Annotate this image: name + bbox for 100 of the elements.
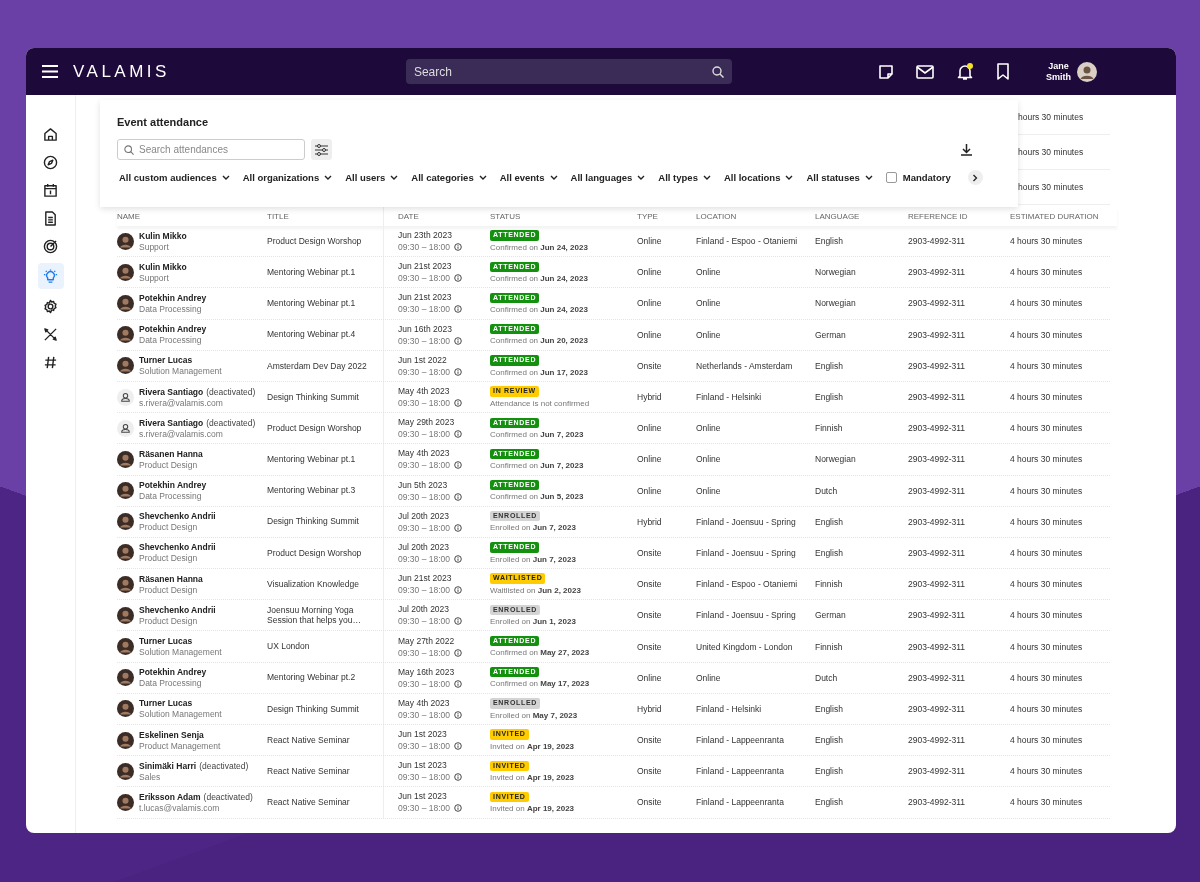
table-cell: German: [815, 329, 846, 340]
user-detail: Support: [139, 272, 170, 283]
user-detail: Solution Management: [139, 647, 222, 658]
chevron-down-icon: [390, 175, 399, 180]
info-icon[interactable]: [454, 617, 462, 626]
column-header[interactable]: TYPE: [637, 212, 696, 221]
table-cell: Online: [696, 485, 721, 496]
bookmark-icon[interactable]: [995, 63, 1010, 80]
download-icon[interactable]: [960, 143, 973, 156]
avatar-icon[interactable]: [1076, 61, 1097, 82]
info-icon[interactable]: [454, 399, 462, 408]
avatar-icon: [117, 232, 134, 250]
filter-dropdown[interactable]: All users: [345, 172, 399, 183]
user-name: Turner Lucas: [139, 355, 193, 366]
info-icon[interactable]: [454, 523, 462, 532]
user-name[interactable]: Jane Smith: [1045, 60, 1071, 83]
status-note: Confirmed on Jun 24, 2023: [490, 273, 588, 283]
user-placeholder-icon: [117, 419, 134, 437]
info-icon[interactable]: [454, 461, 462, 470]
event-date: May 27th 2022: [398, 635, 455, 646]
table-cell: Finland - Joensuu - Spring: [696, 610, 796, 621]
table-cell: Finland - Espoo - Otaniemi: [696, 579, 798, 590]
info-icon[interactable]: [454, 710, 462, 719]
filter-dropdown[interactable]: All types: [658, 172, 711, 183]
column-header[interactable]: REFERENCE ID: [908, 212, 1010, 221]
search-field[interactable]: Search: [405, 59, 732, 84]
column-header[interactable]: TITLE: [267, 212, 383, 221]
mail-icon[interactable]: [915, 64, 934, 79]
scroll-right-button[interactable]: [967, 170, 983, 185]
event-title: React Native Seminar: [267, 734, 351, 746]
filter-dropdown[interactable]: All languages: [570, 172, 646, 183]
info-icon[interactable]: [454, 274, 462, 283]
status-note: Attendance is not confirmed: [490, 398, 590, 408]
search-field[interactable]: Search attendances: [117, 139, 305, 160]
note-icon[interactable]: [877, 63, 894, 80]
user-detail: Solution Management: [139, 709, 222, 720]
avatar-icon: [117, 793, 134, 811]
table-cell: 2903-4992-311: [908, 797, 966, 808]
info-icon[interactable]: [454, 804, 462, 813]
column-header[interactable]: LANGUAGE: [815, 212, 908, 221]
user-detail: Data Processing: [139, 303, 203, 314]
tools-icon: [43, 326, 58, 342]
menu-icon[interactable]: [42, 65, 58, 78]
info-icon[interactable]: [454, 554, 462, 563]
filter-dropdown[interactable]: All custom audiences: [119, 172, 230, 183]
logo[interactable]: VALAMIS: [73, 61, 170, 82]
mandatory-checkbox[interactable]: Mandatory: [885, 172, 951, 183]
filter-dropdown[interactable]: All organizations: [242, 172, 333, 183]
column-header[interactable]: ESTIMATED DURATION: [1010, 212, 1117, 221]
table-cell: Finland - Lappeenranta: [696, 797, 784, 808]
user-detail: Support: [139, 241, 170, 252]
filter-dropdown[interactable]: All categories: [411, 172, 487, 183]
event-title: Product Design Worshop: [267, 547, 363, 559]
filter-dropdown[interactable]: All locations: [723, 172, 794, 183]
chevron-down-icon: [478, 175, 487, 180]
user-name: Turner Lucas: [139, 636, 193, 647]
event-time: 09:30 – 18:00: [398, 709, 450, 720]
avatar-icon: [117, 762, 134, 780]
column-header[interactable]: STATUS: [490, 212, 637, 221]
lightbulb-icon: [43, 268, 58, 284]
info-icon[interactable]: [454, 773, 462, 782]
bell-icon[interactable]: [955, 62, 974, 81]
user-detail: Product Design: [139, 584, 199, 595]
event-title: Mentoring Webinar pt.1: [267, 266, 357, 278]
column-header[interactable]: LOCATION: [696, 212, 815, 221]
sliders-icon: [315, 143, 328, 156]
user-name: Potekhin Andrey: [139, 667, 207, 678]
info-icon[interactable]: [454, 336, 462, 345]
user-detail: s.rivera@valamis.com: [139, 428, 224, 439]
event-time: 09:30 – 18:00: [398, 803, 450, 814]
table-cell: Finland - Lappeenranta: [696, 766, 784, 777]
user-name: Potekhin Andrey: [139, 324, 207, 335]
info-icon[interactable]: [454, 367, 462, 376]
info-icon[interactable]: [454, 586, 462, 595]
user-detail: Data Processing: [139, 491, 203, 502]
user-name: Eriksson Adam: [139, 791, 201, 802]
table-cell: Online: [637, 672, 662, 683]
filter-dropdown[interactable]: All statuses: [806, 172, 873, 183]
info-icon[interactable]: [454, 492, 462, 501]
table-cell: 4 hours 30 minutes: [1010, 516, 1083, 527]
table-cell: Online: [696, 423, 721, 434]
table-cell: 4 hours 30 minutes: [1010, 641, 1083, 652]
table-cell: 4 hours 30 minutes: [1010, 547, 1083, 558]
info-icon[interactable]: [454, 243, 462, 252]
filter-dropdown[interactable]: All events: [499, 172, 558, 183]
info-icon[interactable]: [454, 648, 462, 657]
info-icon[interactable]: [454, 679, 462, 688]
event-time: 09:30 – 18:00: [398, 616, 450, 627]
table-cell: Online: [696, 267, 721, 278]
info-icon[interactable]: [454, 430, 462, 439]
table-cell: 4 hours 30 minutes: [1010, 485, 1083, 496]
info-icon[interactable]: [454, 305, 462, 314]
table-cell: 4 hours 30 minutes: [1010, 610, 1083, 621]
info-icon[interactable]: [454, 742, 462, 751]
column-header[interactable]: NAME: [117, 212, 267, 221]
event-title: Amsterdam Dev Day 2022: [267, 360, 368, 372]
filter-settings-button[interactable]: [311, 139, 332, 160]
search-icon[interactable]: [711, 65, 724, 78]
status-note: Enrolled on Jun 7, 2023: [490, 523, 576, 533]
column-header[interactable]: DATE: [383, 207, 490, 226]
